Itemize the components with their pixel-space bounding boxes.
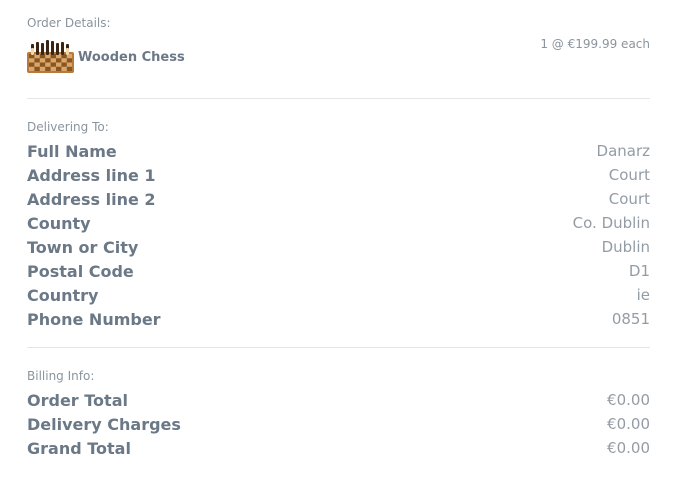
billing-label: Grand Total <box>27 438 131 458</box>
detail-value: Dublin <box>601 238 650 256</box>
order-details-section: Order Details: Wooden Chess 1 @ €199.99 … <box>27 0 650 99</box>
detail-value: Court <box>608 190 650 208</box>
detail-label: Address line 1 <box>27 165 156 185</box>
detail-label: Full Name <box>27 141 117 161</box>
detail-row-phone-number: Phone Number 0851 <box>27 307 650 331</box>
detail-value: Danarz <box>596 142 650 160</box>
detail-label: Country <box>27 285 99 305</box>
billing-value: €0.00 <box>607 391 650 409</box>
product-name: Wooden Chess <box>78 50 185 65</box>
detail-value: 0851 <box>611 310 650 328</box>
detail-value: Court <box>608 166 650 184</box>
detail-label: Address line 2 <box>27 189 156 209</box>
billing-label: Order Total <box>27 390 128 410</box>
chess-board-thumbnail <box>27 40 74 73</box>
billing-label: Delivery Charges <box>27 414 181 434</box>
detail-label: Postal Code <box>27 261 134 281</box>
detail-label: Phone Number <box>27 309 161 329</box>
billing-value: €0.00 <box>607 439 650 457</box>
order-details-label: Order Details: <box>27 16 111 30</box>
delivery-section: Delivering To: Full Name Danarz Address l… <box>27 99 650 348</box>
detail-label: County <box>27 213 91 233</box>
billing-section: Billing Info: Order Total €0.00 Delivery … <box>27 348 650 488</box>
detail-value: D1 <box>628 262 650 280</box>
detail-row-town-or-city: Town or City Dublin <box>27 235 650 259</box>
billing-row-order-total: Order Total €0.00 <box>27 388 650 412</box>
billing-value: €0.00 <box>607 415 650 433</box>
billing-details: Order Total €0.00 Delivery Charges €0.00 G… <box>27 388 650 460</box>
detail-row-full-name: Full Name Danarz <box>27 139 650 163</box>
detail-value: Co. Dublin <box>572 214 650 232</box>
billing-info-label: Billing Info: <box>27 369 95 383</box>
detail-row-country: Country ie <box>27 283 650 307</box>
billing-row-grand-total: Grand Total €0.00 <box>27 436 650 460</box>
detail-row-address-line-1: Address line 1 Court <box>27 163 650 187</box>
detail-label: Town or City <box>27 237 139 257</box>
billing-row-delivery-charges: Delivery Charges €0.00 <box>27 412 650 436</box>
detail-row-postal-code: Postal Code D1 <box>27 259 650 283</box>
delivering-to-label: Delivering To: <box>27 120 109 134</box>
detail-row-address-line-2: Address line 2 Court <box>27 187 650 211</box>
product-quantity-price: 1 @ €199.99 each <box>540 37 650 51</box>
delivery-details: Full Name Danarz Address line 1 Court Addr… <box>27 139 650 331</box>
detail-value: ie <box>636 286 650 304</box>
order-summary: Order Details: Wooden Chess 1 @ €199.99 … <box>27 0 650 488</box>
detail-row-county: County Co. Dublin <box>27 211 650 235</box>
